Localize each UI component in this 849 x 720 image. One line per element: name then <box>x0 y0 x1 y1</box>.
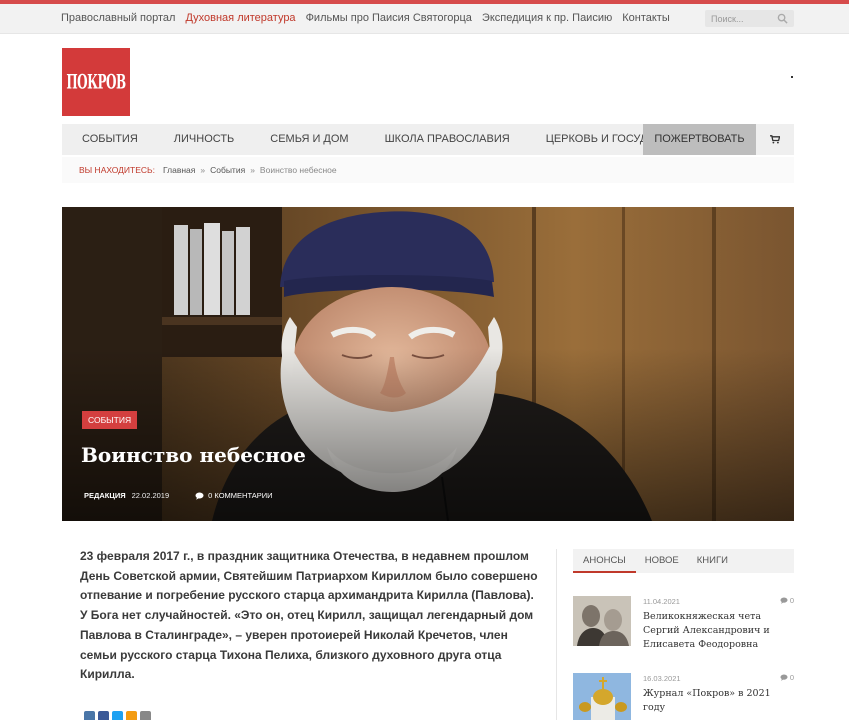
post-date: 16.03.2021 <box>643 674 681 683</box>
breadcrumb-separator: » <box>250 165 255 175</box>
comment-icon <box>780 674 788 681</box>
royal-couple-photo <box>573 596 631 646</box>
post-thumbnail[interactable] <box>573 673 631 720</box>
facebook-share-icon[interactable] <box>98 711 109 720</box>
category-badge[interactable]: СОБЫТИЯ <box>82 411 138 429</box>
breadcrumb-separator: » <box>200 165 206 175</box>
top-link-expedition[interactable]: Экспедиция к пр. Паисию <box>482 12 612 24</box>
breadcrumb: ВЫ НАХОДИТЕСЬ: Главная » События » Воинство … <box>62 157 794 183</box>
comments-count: 0 КОММЕНТАРИИ <box>208 491 273 500</box>
post-comments[interactable]: 0 <box>780 673 794 682</box>
breadcrumb-current: Воинство небесное <box>259 165 337 175</box>
comments-link[interactable]: 0 КОММЕНТАРИИ <box>195 491 273 500</box>
nav-item-personality[interactable]: ЛИЧНОСТЬ <box>156 124 252 155</box>
cart-button[interactable] <box>756 124 794 155</box>
tab-books[interactable]: КНИГИ <box>688 549 737 573</box>
breadcrumb-home[interactable]: Главная <box>163 165 195 175</box>
share-buttons <box>84 711 151 720</box>
comment-icon <box>780 597 788 604</box>
post-comment-count: 0 <box>789 596 794 605</box>
post-date: 11.04.2021 <box>643 597 680 606</box>
vk-share-icon[interactable] <box>84 711 95 720</box>
post-title[interactable]: Великокняжеская чета Сергий Александрови… <box>643 610 793 651</box>
post-comments[interactable]: 0 <box>780 596 794 605</box>
article-lead: 23 февраля 2017 г., в праздник защитника… <box>80 549 538 682</box>
logo-text: ПОКРОВ <box>66 70 126 94</box>
tab-announcements[interactable]: АНОНСЫ <box>573 549 636 573</box>
breadcrumb-label: ВЫ НАХОДИТЕСЬ: <box>79 165 155 175</box>
tab-new[interactable]: НОВОЕ <box>636 549 688 573</box>
email-share-icon[interactable] <box>140 711 151 720</box>
site-logo[interactable]: ПОКРОВ <box>62 48 130 116</box>
church-domes-photo <box>573 673 631 720</box>
breadcrumb-trail: Главная » События » Воинство небесное <box>163 157 337 183</box>
search-input[interactable] <box>705 10 775 27</box>
article-author[interactable]: РЕДАКЦИЯ <box>84 491 126 500</box>
hero-gradient-overlay <box>62 207 794 521</box>
article-date: 22.02.2019 <box>131 491 170 500</box>
sidebar-tabs: АНОНСЫ НОВОЕ КНИГИ <box>573 549 794 573</box>
main-nav: СОБЫТИЯ ЛИЧНОСТЬ СЕМЬЯ И ДОМ ШКОЛА ПРАВО… <box>62 124 794 155</box>
cart-icon <box>770 135 780 144</box>
header-dot <box>791 76 793 78</box>
nav-item-school[interactable]: ШКОЛА ПРАВОСЛАВИЯ <box>367 124 528 155</box>
top-link-contacts[interactable]: Контакты <box>622 12 670 24</box>
post-comment-count: 0 <box>789 673 794 682</box>
donate-button[interactable]: ПОЖЕРТВОВАТЬ <box>643 124 756 155</box>
nav-item-family[interactable]: СЕМЬЯ И ДОМ <box>252 124 366 155</box>
breadcrumb-section[interactable]: События <box>210 165 245 175</box>
search-icon[interactable] <box>777 13 788 24</box>
post-title[interactable]: Журнал «Покров» в 2021 году <box>643 687 793 715</box>
article-title: Воинство небесное <box>81 443 306 467</box>
odnoklassniki-share-icon[interactable] <box>126 711 137 720</box>
featured-image: СОБЫТИЯ Воинство небесное РЕДАКЦИЯ 22.02… <box>62 207 794 521</box>
top-nav: Православный портал Духовная литература … <box>61 12 670 24</box>
post-thumbnail[interactable] <box>573 596 631 646</box>
search-box <box>705 10 794 27</box>
comment-icon <box>195 492 204 500</box>
top-link-portal[interactable]: Православный портал <box>61 12 175 24</box>
nav-item-events[interactable]: СОБЫТИЯ <box>62 124 156 155</box>
twitter-share-icon[interactable] <box>112 711 123 720</box>
top-bar: Православный портал Духовная литература … <box>0 4 849 34</box>
article-meta: РЕДАКЦИЯ 22.02.2019 0 КОММЕНТАРИИ <box>84 491 273 500</box>
sidebar-post[interactable]: 11.04.2021 0 Великокняжеская чета Сергий… <box>573 596 794 651</box>
top-link-literature[interactable]: Духовная литература <box>185 12 295 24</box>
sidebar-post[interactable]: 16.03.2021 0 Журнал «Покров» в 2021 году <box>573 673 794 720</box>
top-link-films[interactable]: Фильмы про Паисия Святогорца <box>306 12 472 24</box>
column-divider <box>556 549 557 720</box>
